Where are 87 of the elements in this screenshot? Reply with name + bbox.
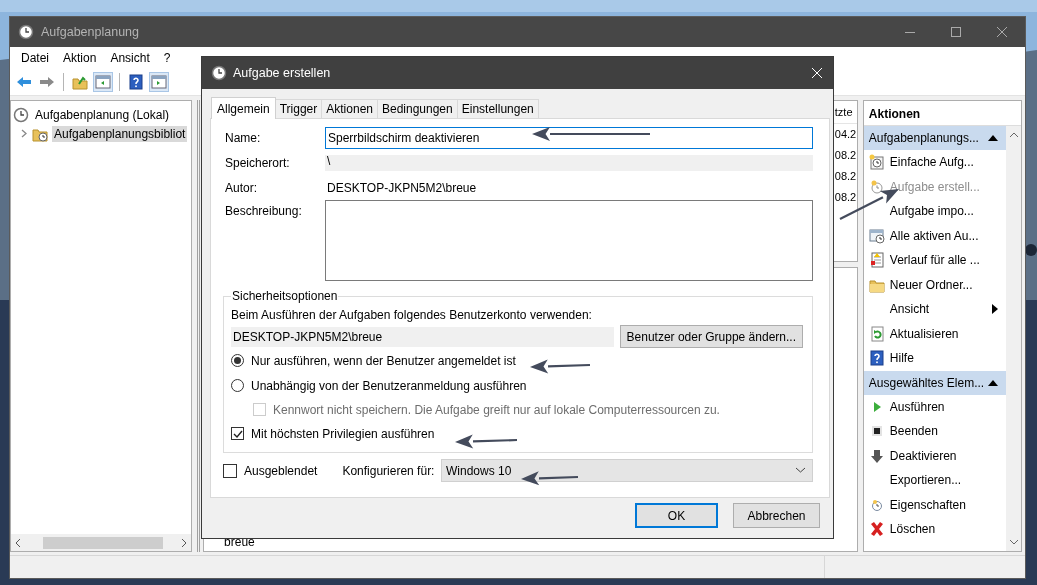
field-label: Speicherort:	[224, 156, 291, 170]
dialog-title: Aufgabe erstellen	[233, 66, 331, 80]
delete-icon	[868, 521, 885, 538]
clock-icon	[868, 178, 885, 195]
scroll-up-icon	[1008, 132, 1019, 138]
table-cell-text: 08.2	[833, 190, 857, 205]
option-label: Ausgeblendet	[244, 463, 318, 478]
field-label: Name:	[224, 131, 262, 145]
radio-button[interactable]	[231, 379, 244, 392]
configure-dropdown[interactable]: Windows 10	[441, 459, 813, 482]
scroll-right-icon	[180, 537, 189, 548]
action-item[interactable]: Löschen	[889, 522, 936, 537]
action-item[interactable]: Eigenschaften	[889, 497, 966, 512]
scroll-down-icon	[1008, 539, 1019, 545]
account-prompt: Beim Ausführen der Aufgaben folgendes Benutzerkonto verwenden:	[231, 308, 593, 322]
refresh-icon	[868, 325, 885, 342]
action-item[interactable]: Neuer Ordner...	[889, 277, 973, 292]
action-item[interactable]: Ausführen	[889, 399, 945, 414]
close-icon	[812, 68, 822, 78]
action-item[interactable]: Verlauf für alle ...	[889, 253, 980, 268]
down-arrow-icon	[868, 447, 885, 464]
tab[interactable]: Einstellungen	[456, 99, 539, 118]
checkbox[interactable]	[231, 427, 244, 440]
maximize-icon	[951, 27, 961, 37]
annotation-arrow	[455, 434, 518, 449]
name-field[interactable]: Sperrbildschirm deaktivieren	[325, 127, 813, 149]
option-label: Kennwort nicht speichern. Die Aufgabe greift nur auf lokale Computerressourcen zu.	[273, 402, 720, 417]
checkbox[interactable]	[223, 463, 237, 478]
description-field[interactable]	[325, 200, 813, 281]
option-label: Mit höchsten Privilegien ausführen	[251, 426, 435, 441]
annotation-arrow	[530, 359, 591, 374]
tab[interactable]: Allgemein	[211, 97, 276, 119]
option-label: Unabhängig von der Benutzeranmeldung ausführen	[251, 378, 527, 393]
menu-item[interactable]: Datei	[14, 48, 56, 67]
window-title: Aufgabenplanung	[41, 25, 139, 39]
field-label: Beschreibung:	[224, 204, 302, 218]
action-item[interactable]: Alle aktiven Au...	[889, 228, 979, 243]
tab[interactable]: Trigger	[274, 99, 323, 118]
field-label: Konfigurieren für:	[342, 463, 435, 478]
action-item[interactable]: Exportieren...	[889, 473, 962, 488]
menu-item[interactable]: Aktion	[56, 48, 104, 67]
window-clock-icon	[868, 227, 885, 244]
help-icon	[868, 350, 885, 367]
action-item[interactable]: Aufgabe impo...	[889, 204, 974, 219]
dialog-button[interactable]: Abbrechen	[733, 503, 820, 528]
section-header[interactable]: Aufgabenplanungs...	[868, 131, 979, 145]
group-title: Sicherheitsoptionen	[231, 289, 339, 303]
tree-item[interactable]: Aufgabenplanungsbibliot	[52, 125, 188, 142]
action-item[interactable]: Hilfe	[889, 351, 914, 366]
detail-text: breue	[224, 535, 256, 549]
menu-item[interactable]: ?	[156, 48, 178, 67]
option-label: Nur ausführen, wenn der Benutzer angemeldet ist	[251, 353, 516, 368]
location-field: \	[325, 155, 813, 171]
help-icon	[128, 73, 144, 90]
action-item[interactable]: Einfache Aufg...	[889, 155, 974, 170]
pane-icon	[95, 73, 111, 90]
dialog-button[interactable]: OK	[635, 503, 718, 528]
account-field: DESKTOP-JKPN5M2\breue	[231, 326, 614, 347]
annotation-arrow	[521, 471, 579, 486]
close-icon	[997, 27, 1007, 37]
scrollbar-thumb[interactable]	[43, 536, 164, 549]
action-item[interactable]: Beenden	[889, 424, 938, 439]
clock-icon	[13, 106, 29, 123]
author-value: DESKTOP-JKPN5M2\breue	[326, 181, 478, 195]
scroll-left-icon	[14, 537, 22, 548]
log-document-icon	[868, 252, 885, 269]
action-item[interactable]: Ansicht	[889, 302, 930, 317]
console-tree-button[interactable]	[93, 71, 113, 92]
action-item[interactable]: Deaktivieren	[889, 448, 957, 463]
action-item[interactable]: Aktualisieren	[889, 326, 959, 341]
field-label: Autor:	[224, 181, 258, 195]
submenu-arrow-icon	[992, 304, 998, 315]
radio-button[interactable]	[231, 354, 244, 367]
section-header[interactable]: Ausgewähltes Elem...	[868, 375, 985, 390]
caret-icon	[795, 467, 806, 474]
pane-icon	[151, 73, 167, 90]
help-button[interactable]	[126, 71, 146, 92]
table-cell-text: 04.2	[833, 127, 857, 142]
tab[interactable]: Bedingungen	[377, 99, 458, 118]
table-cell-text: 08.2	[833, 169, 857, 184]
change-user-button[interactable]: Benutzer oder Gruppe ändern...	[619, 325, 803, 348]
clock-document-icon	[868, 154, 885, 171]
clock-icon	[18, 24, 34, 40]
tree-item[interactable]: Aufgabenplanung (Lokal)	[33, 106, 172, 123]
menu-item[interactable]: Ansicht	[103, 48, 157, 67]
clock-icon	[211, 65, 227, 81]
table-cell-text: 08.2	[833, 148, 857, 163]
